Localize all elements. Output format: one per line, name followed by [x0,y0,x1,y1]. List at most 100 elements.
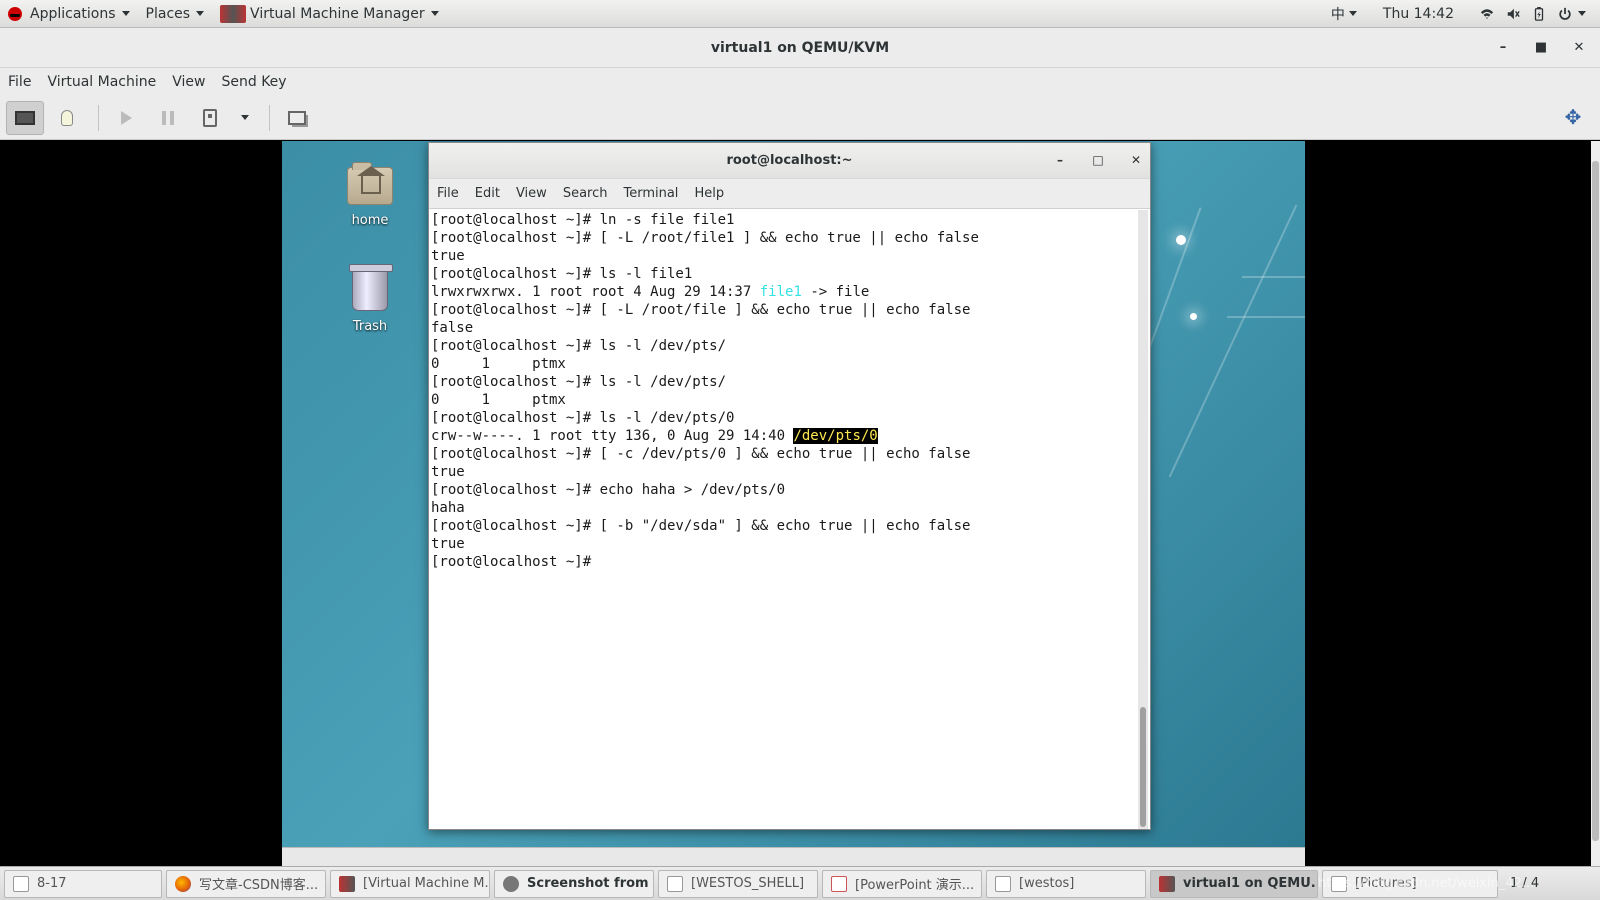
wallpaper-dot [1190,313,1197,320]
pause-icon [162,110,174,125]
terminal-titlebar[interactable]: root@localhost:~ – □ ✕ [429,143,1150,179]
monitor-icon [15,110,35,125]
terminal-line: [root@localhost ~]# [ -L /root/file1 ] &… [431,230,979,246]
wifi-icon[interactable] [1480,7,1494,21]
taskbar-item-label: [Virtual Machine M... [363,876,490,891]
fullscreen-icon[interactable]: ✥ [1562,106,1584,128]
snapshots-icon [288,110,306,125]
terminal-line: [root@localhost ~]# echo haha > /dev/pts… [431,482,786,498]
battery-icon[interactable] [1532,6,1546,21]
guest-bottom-panel [282,847,1305,866]
chevron-down-icon [121,11,130,16]
volume-icon[interactable] [1506,7,1520,21]
taskbar-item-label: 8-17 [37,876,67,891]
taskbar-item[interactable]: [PowerPoint 演示... [822,869,982,898]
chevron-down-icon[interactable] [1578,11,1586,16]
terminal-menu-search[interactable]: Search [563,186,608,201]
vmm-icon [1159,875,1175,892]
wallpaper-line [1168,204,1298,478]
taskbar-item[interactable]: [westos] [986,869,1146,898]
terminal-window[interactable]: root@localhost:~ – □ ✕ File Edit View Se… [428,142,1151,830]
chevron-down-icon [196,11,205,16]
taskbar-item-label: 写文章-CSDN博客... [199,878,319,893]
terminal-line: [root@localhost ~]# ls -l /dev/pts/ [431,338,727,354]
terminal-title: root@localhost:~ [726,153,853,168]
terminal-menu-help[interactable]: Help [694,186,724,201]
shutdown-button[interactable] [191,101,229,135]
desktop-icon-trash[interactable]: Trash [330,264,410,334]
power-menu-icon[interactable] [1558,7,1572,21]
symlink-target: -> file [801,284,870,300]
wallpaper-line [1227,316,1305,318]
pause-button[interactable] [149,101,187,135]
taskbar-item[interactable]: [WESTOS_SHELL] [658,869,818,898]
terminal-menu-view[interactable]: View [516,186,547,201]
taskbar-item-active[interactable]: virtual1 on QEMU... [1150,869,1318,898]
console-scrollbar-thumb[interactable] [1592,161,1599,841]
menu-virtual-machine[interactable]: Virtual Machine [47,74,156,90]
terminal-scrollbar[interactable] [1138,210,1148,829]
desktop-icon-label: Trash [352,319,388,334]
presentation-icon [831,875,847,892]
desktop-icon-label: home [351,213,389,228]
terminal-line: [root@localhost ~]# ln -s file file1 [431,212,735,228]
taskbar-item-label: virtual1 on QEMU... [1183,876,1318,891]
snapshots-button[interactable] [278,101,316,135]
terminal-menu-terminal[interactable]: Terminal [623,186,678,201]
wallpaper-line [1242,276,1305,278]
menu-send-key[interactable]: Send Key [221,74,286,90]
play-icon [120,110,132,125]
trash-icon [349,264,393,311]
run-button[interactable] [107,101,145,135]
terminal-line: [root@localhost ~]# [ -c /dev/pts/0 ] &&… [431,446,971,462]
terminal-line: [root@localhost ~]# ls -l /dev/pts/ [431,374,727,390]
vm-console[interactable]: home Trash root@localhost:~ – □ ✕ File E… [0,141,1600,866]
show-console-button[interactable] [6,100,44,135]
terminal-line: true [431,464,465,480]
symlink-name: file1 [759,284,802,300]
vm-window-titlebar: virtual1 on QEMU/KVM – ■ ✕ [0,28,1600,68]
terminal-output[interactable]: [root@localhost ~]# ln -s file file1 [roo… [429,210,1139,829]
active-app-label: Virtual Machine Manager [250,5,425,22]
console-scrollbar[interactable] [1591,141,1600,866]
folder-icon [667,875,683,892]
menu-view[interactable]: View [172,74,205,90]
virt-manager-icon [220,4,247,23]
taskbar-item[interactable]: [Virtual Machine M... [330,869,490,898]
vm-menubar: File Virtual Machine View Send Key [0,68,1600,96]
taskbar-item-label: [westos] [1019,876,1075,891]
applications-menu[interactable]: Applications [0,0,138,28]
shutdown-menu-button[interactable] [233,101,257,135]
maximize-button[interactable]: ■ [1532,38,1550,56]
taskbar-item[interactable]: Screenshot from 2... [494,869,654,898]
terminal-menu-file[interactable]: File [437,186,459,201]
terminal-line: 0 1 ptmx [431,392,566,408]
lightbulb-icon [61,109,73,126]
clock[interactable]: Thu 14:42 [1383,6,1454,22]
watermark: https://blog.csdn.net/weixin_42... [1318,876,1535,891]
active-app-menu[interactable]: Virtual Machine Manager [212,0,447,28]
input-method-indicator[interactable]: 中 [1331,4,1345,24]
applications-label: Applications [30,5,116,22]
terminal-minimize-button[interactable]: – [1052,152,1068,168]
desktop-icon-home[interactable]: home [330,162,410,228]
terminal-line: 0 1 ptmx [431,356,566,372]
terminal-maximize-button[interactable]: □ [1090,152,1106,168]
terminal-close-button[interactable]: ✕ [1128,152,1144,168]
vmm-icon [339,875,355,892]
close-button[interactable]: ✕ [1570,38,1588,56]
toolbar-separator [269,104,270,131]
menu-file[interactable]: File [8,74,31,90]
places-menu[interactable]: Places [138,0,213,28]
minimize-button[interactable]: – [1494,38,1512,56]
taskbar-item[interactable]: 写文章-CSDN博客... [166,869,326,898]
vm-toolbar: ✥ [0,96,1600,140]
terminal-line: [root@localhost ~]# [ -b "/dev/sda" ] &&… [431,518,971,534]
terminal-line: crw--w----. 1 root tty 136, 0 Aug 29 14:… [431,427,1137,445]
show-details-button[interactable] [48,101,86,135]
terminal-scrollbar-thumb[interactable] [1140,707,1146,827]
chevron-down-icon [241,115,249,120]
terminal-menu-edit[interactable]: Edit [475,186,500,201]
guest-desktop[interactable]: home Trash root@localhost:~ – □ ✕ File E… [282,141,1305,866]
taskbar-item[interactable]: 8-17 [4,869,162,898]
